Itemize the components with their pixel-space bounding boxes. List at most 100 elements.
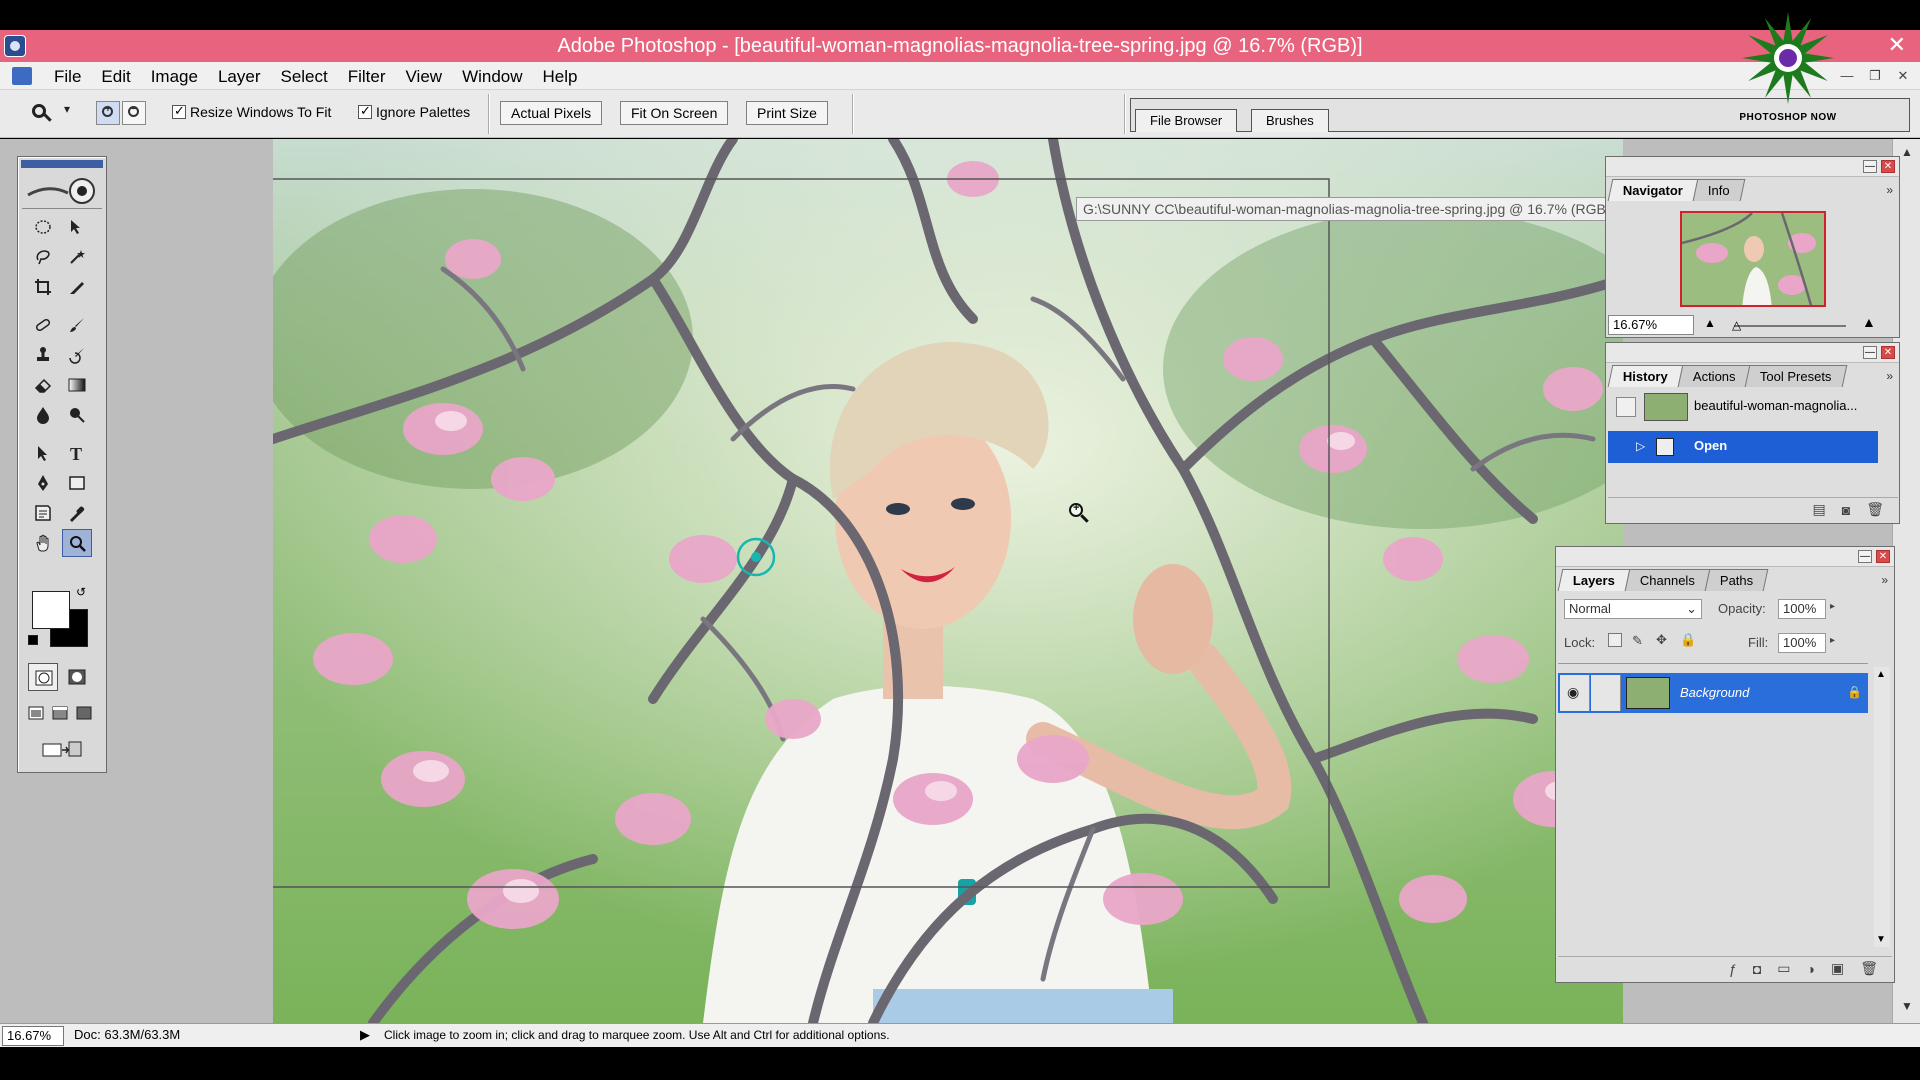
tool-brush[interactable] (62, 311, 92, 339)
add-mask-icon[interactable]: ◘ (1753, 961, 1761, 977)
menu-edit[interactable]: Edit (91, 67, 140, 87)
tool-slice[interactable] (62, 273, 92, 301)
status-menu-arrow-icon[interactable]: ▶ (360, 1027, 370, 1043)
tool-magic-wand[interactable] (62, 243, 92, 271)
tab-info[interactable]: Info (1692, 179, 1745, 201)
status-zoom-input[interactable]: 16.67% (2, 1026, 64, 1046)
scroll-up-icon[interactable]: ▲ (1901, 145, 1913, 159)
delete-layer-icon[interactable]: 🗑 (1860, 960, 1878, 977)
zoom-in-mountain-icon[interactable]: ▲ (1862, 314, 1876, 330)
toolbox-header-logo[interactable] (22, 173, 102, 209)
tab-tool-presets[interactable]: Tool Presets (1745, 365, 1848, 387)
actual-pixels-button[interactable]: Actual Pixels (500, 101, 603, 125)
print-size-button[interactable]: Print Size (746, 101, 828, 125)
scroll-up-icon[interactable]: ▲ (1876, 669, 1886, 680)
layer-visibility-eye-icon[interactable] (1560, 675, 1590, 711)
fit-on-screen-button[interactable]: Fit On Screen (620, 101, 729, 125)
full-screen-menu-mode-button[interactable] (48, 699, 72, 727)
doc-close-icon[interactable]: ✕ (1892, 66, 1914, 86)
navigator-zoom-slider[interactable] (1734, 325, 1846, 327)
opacity-input[interactable]: 100% (1778, 599, 1826, 619)
toolbox-title-bar[interactable] (21, 160, 103, 168)
restore-icon[interactable]: ❐ (1864, 66, 1886, 86)
history-brush-source-icon[interactable] (1616, 397, 1636, 417)
tab-file-browser[interactable]: File Browser (1135, 109, 1238, 132)
tool-gradient[interactable] (62, 371, 92, 399)
palette-minimize-icon[interactable]: — (1863, 160, 1877, 173)
navigator-title-bar[interactable]: — ✕ (1606, 157, 1899, 177)
jump-to-imageready-button[interactable] (36, 735, 88, 763)
resize-windows-checkbox[interactable]: Resize Windows To Fit (172, 103, 331, 120)
tool-hand[interactable] (28, 529, 58, 557)
scroll-down-icon[interactable]: ▼ (1901, 999, 1913, 1013)
palette-close-icon[interactable]: ✕ (1881, 346, 1895, 359)
palette-menu-icon[interactable]: » (1886, 369, 1893, 383)
tool-dodge[interactable] (62, 401, 92, 429)
palette-menu-icon[interactable]: » (1886, 183, 1893, 197)
palette-minimize-icon[interactable]: — (1863, 346, 1877, 359)
standard-screen-mode-button[interactable] (24, 699, 48, 727)
tool-zoom[interactable] (62, 529, 92, 557)
history-snapshot[interactable]: beautiful-woman-magnolia... (1608, 391, 1878, 423)
tool-lasso[interactable] (28, 243, 58, 271)
delete-state-icon[interactable]: 🗑 (1866, 501, 1884, 518)
menu-view[interactable]: View (396, 67, 453, 87)
navigator-thumbnail[interactable] (1680, 211, 1826, 307)
menu-select[interactable]: Select (270, 67, 337, 87)
zoom-out-mountain-icon[interactable]: ▲ (1704, 316, 1716, 330)
standard-mode-button[interactable] (28, 663, 58, 691)
tab-channels[interactable]: Channels (1624, 569, 1711, 591)
close-icon[interactable]: ✕ (1888, 32, 1906, 58)
lock-all-icon[interactable]: 🔒 (1680, 632, 1696, 648)
new-snapshot-icon[interactable]: ◙ (1842, 502, 1850, 518)
tool-clone-stamp[interactable] (28, 341, 58, 369)
swap-colors-icon[interactable]: ↺ (76, 585, 86, 599)
fill-input[interactable]: 100% (1778, 633, 1826, 653)
palette-menu-icon[interactable]: » (1881, 573, 1888, 587)
tool-move[interactable] (62, 213, 92, 241)
tool-path-selection[interactable] (28, 439, 58, 467)
palette-minimize-icon[interactable]: — (1858, 550, 1872, 563)
ignore-palettes-checkbox[interactable]: Ignore Palettes (358, 103, 470, 120)
menu-layer[interactable]: Layer (208, 67, 271, 87)
menu-file[interactable]: File (44, 67, 91, 87)
layer-background[interactable]: Background 🔒 (1558, 673, 1868, 713)
menu-window[interactable]: Window (452, 67, 532, 87)
blend-mode-select[interactable]: Normal ⌄ (1564, 599, 1702, 619)
foreground-color-swatch[interactable] (32, 591, 70, 629)
tab-brushes[interactable]: Brushes (1251, 109, 1329, 132)
palette-close-icon[interactable]: ✕ (1876, 550, 1890, 563)
tool-elliptical-marquee[interactable] (28, 213, 58, 241)
fill-slider-arrow-icon[interactable]: ▸ (1830, 635, 1835, 646)
full-screen-mode-button[interactable] (72, 699, 96, 727)
history-state-open[interactable]: ▷ Open (1608, 431, 1878, 463)
tool-shape[interactable] (62, 469, 92, 497)
tool-eraser[interactable] (28, 371, 58, 399)
layer-link-brush-icon[interactable] (1591, 675, 1621, 711)
menu-help[interactable]: Help (533, 67, 588, 87)
document-canvas[interactable] (273, 139, 1623, 1023)
tool-preset-dropdown-icon[interactable]: ▾ (64, 102, 70, 116)
zoom-out-button[interactable]: − (122, 101, 146, 125)
tab-actions[interactable]: Actions (1677, 365, 1751, 387)
zoom-tool-preset-icon[interactable] (30, 102, 52, 124)
menu-filter[interactable]: Filter (338, 67, 396, 87)
scroll-down-icon[interactable]: ▼ (1876, 934, 1886, 945)
layers-title-bar[interactable]: — ✕ (1556, 547, 1894, 567)
tab-layers[interactable]: Layers (1557, 569, 1631, 591)
tool-healing-brush[interactable] (28, 311, 58, 339)
tab-navigator[interactable]: Navigator (1607, 179, 1699, 201)
palette-close-icon[interactable]: ✕ (1881, 160, 1895, 173)
tool-history-brush[interactable] (62, 341, 92, 369)
zoom-slider-knob-icon[interactable]: △ (1732, 318, 1741, 332)
history-title-bar[interactable]: — ✕ (1606, 343, 1899, 363)
tab-paths[interactable]: Paths (1704, 569, 1769, 591)
menu-image[interactable]: Image (141, 67, 208, 87)
new-document-from-state-icon[interactable]: ▤ (1813, 501, 1826, 518)
tool-blur[interactable] (28, 401, 58, 429)
tool-type[interactable]: T (62, 439, 92, 467)
lock-image-icon[interactable]: ✎ (1632, 633, 1643, 649)
tool-eyedropper[interactable] (62, 499, 92, 527)
opacity-slider-arrow-icon[interactable]: ▸ (1830, 601, 1835, 612)
tab-history[interactable]: History (1607, 365, 1684, 387)
